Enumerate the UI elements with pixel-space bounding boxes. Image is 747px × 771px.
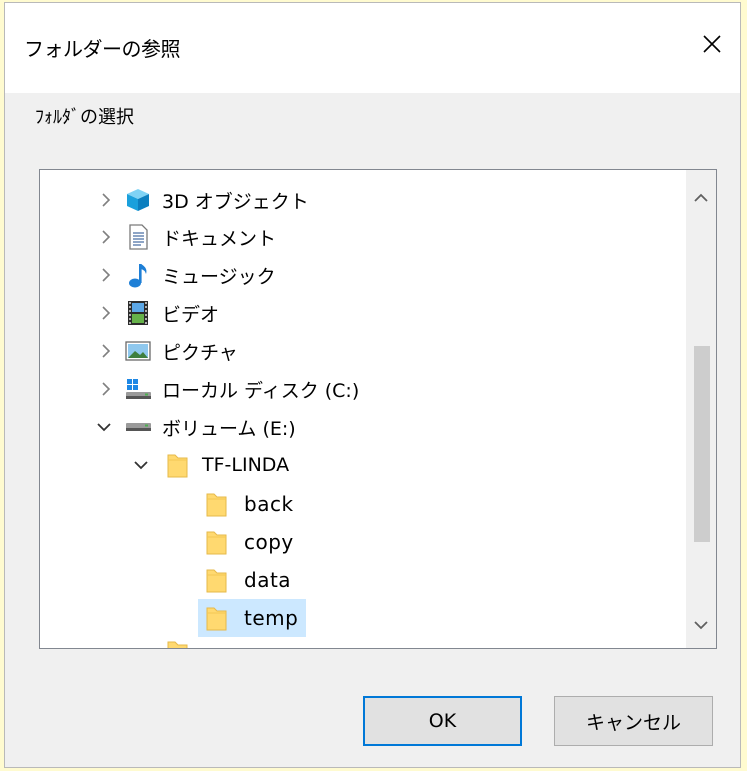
chevron-down-icon[interactable]	[133, 457, 149, 473]
folder-icon	[203, 490, 231, 518]
folder-tree[interactable]: 3D オブジェクト ドキュメント ミュージック ビデオ ピクチャ ローカル ディ…	[39, 169, 717, 649]
chevron-right-icon[interactable]	[98, 305, 114, 321]
folder-icon	[203, 604, 231, 632]
chevron-right-icon[interactable]	[98, 229, 114, 245]
tree-item-volume-e[interactable]: ボリューム (E:)	[40, 409, 680, 445]
close-icon	[703, 35, 721, 53]
chevron-right-icon[interactable]	[98, 192, 114, 208]
tree-item-label: ボリューム (E:)	[162, 417, 296, 440]
tree-item-videos[interactable]: ビデオ	[40, 295, 680, 331]
chevron-right-icon[interactable]	[98, 381, 114, 397]
vertical-scrollbar[interactable]	[686, 170, 716, 648]
tree-item-local-disk-c[interactable]: ローカル ディスク (C:)	[40, 371, 680, 407]
tree-item-pictures[interactable]: ピクチャ	[40, 333, 680, 369]
browse-folder-dialog: フォルダーの参照 ﾌｫﾙﾀﾞの選択 3D オブジェクト ドキュメント ミュージッ…	[4, 2, 741, 768]
chevron-right-icon[interactable]	[98, 343, 114, 359]
tree-item-back[interactable]: back	[40, 486, 680, 522]
scroll-up-button[interactable]	[686, 180, 716, 214]
chevron-up-icon	[694, 193, 708, 202]
tree-item-label: ローカル ディスク (C:)	[162, 379, 360, 402]
scroll-down-button[interactable]	[686, 608, 716, 642]
dialog-title: フォルダーの参照	[24, 37, 181, 61]
chevron-right-icon[interactable]	[98, 267, 114, 283]
title-bar: フォルダーの参照	[5, 3, 740, 93]
tree-item-label: copy	[244, 530, 294, 554]
tree-item-music[interactable]: ミュージック	[40, 257, 680, 293]
pictures-icon	[124, 337, 152, 365]
tree-item-partial[interactable]	[40, 634, 680, 648]
tree-item-label: ドキュメント	[162, 227, 277, 250]
videos-icon	[124, 299, 152, 327]
tree-item-label: 3D オブジェクト	[162, 190, 309, 213]
scrollbar-thumb[interactable]	[694, 346, 710, 542]
tree-item-copy[interactable]: copy	[40, 524, 680, 560]
tree-item-data[interactable]: data	[40, 562, 680, 598]
tree-item-label: ビデオ	[162, 303, 220, 326]
folder-icon	[203, 528, 231, 556]
tree-item-label: temp	[244, 606, 299, 630]
folder-icon	[164, 451, 192, 479]
folder-icon	[164, 638, 192, 648]
folder-prompt: ﾌｫﾙﾀﾞの選択	[35, 107, 134, 128]
documents-icon	[124, 223, 152, 251]
3d-objects-icon	[124, 186, 152, 214]
tree-item-tf-linda[interactable]: TF-LINDA	[40, 447, 680, 483]
tree-item-label: TF-LINDA	[202, 454, 290, 476]
chevron-down-icon	[694, 620, 708, 629]
local-disk-icon	[124, 375, 152, 403]
tree-item-label: ピクチャ	[162, 341, 238, 364]
chevron-down-icon[interactable]	[96, 419, 112, 435]
ok-button[interactable]: OK	[363, 696, 522, 746]
music-icon	[124, 261, 152, 289]
tree-item-label: data	[244, 568, 292, 592]
folder-icon	[203, 566, 231, 594]
cancel-button[interactable]: キャンセル	[554, 696, 713, 746]
close-button[interactable]	[684, 21, 740, 67]
tree-item-label: ミュージック	[162, 265, 276, 288]
tree-item-documents[interactable]: ドキュメント	[40, 219, 680, 255]
drive-icon	[124, 413, 152, 441]
tree-item-3d-objects[interactable]: 3D オブジェクト	[40, 182, 680, 218]
tree-item-label: back	[244, 492, 294, 516]
tree-item-temp[interactable]: temp	[40, 600, 680, 636]
